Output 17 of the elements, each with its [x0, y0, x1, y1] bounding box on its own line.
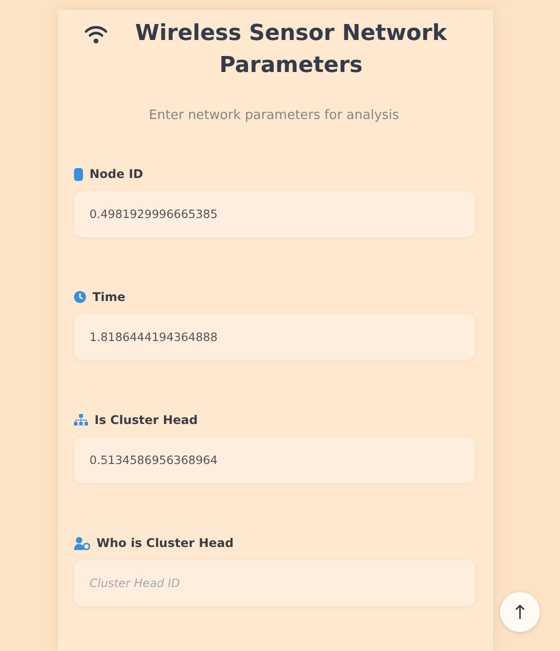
arrow-up-icon — [515, 604, 525, 620]
user-gear-icon — [74, 536, 90, 550]
field-label: Is Cluster Head — [94, 413, 198, 427]
field-label: Node ID — [90, 167, 144, 181]
field-label: Who is Cluster Head — [96, 536, 234, 550]
input-field[interactable]: Cluster Head ID — [74, 560, 474, 606]
form-title: Wireless Sensor Network Parameters — [134, 20, 448, 80]
database-icon — [74, 168, 82, 180]
field-label: Time — [92, 290, 126, 304]
input-field[interactable]: 0.5134586956368964 — [74, 437, 474, 483]
scroll-top-button[interactable] — [500, 592, 540, 632]
clock-icon — [74, 291, 86, 303]
wifi-icon — [84, 25, 108, 44]
hierarchy-icon — [74, 414, 88, 426]
form-subtitle: Enter network parameters for analysis — [148, 108, 400, 123]
input-field[interactable]: 0.4981929996665385 — [74, 191, 474, 237]
input-field[interactable]: 1.8186444194364888 — [74, 314, 474, 360]
